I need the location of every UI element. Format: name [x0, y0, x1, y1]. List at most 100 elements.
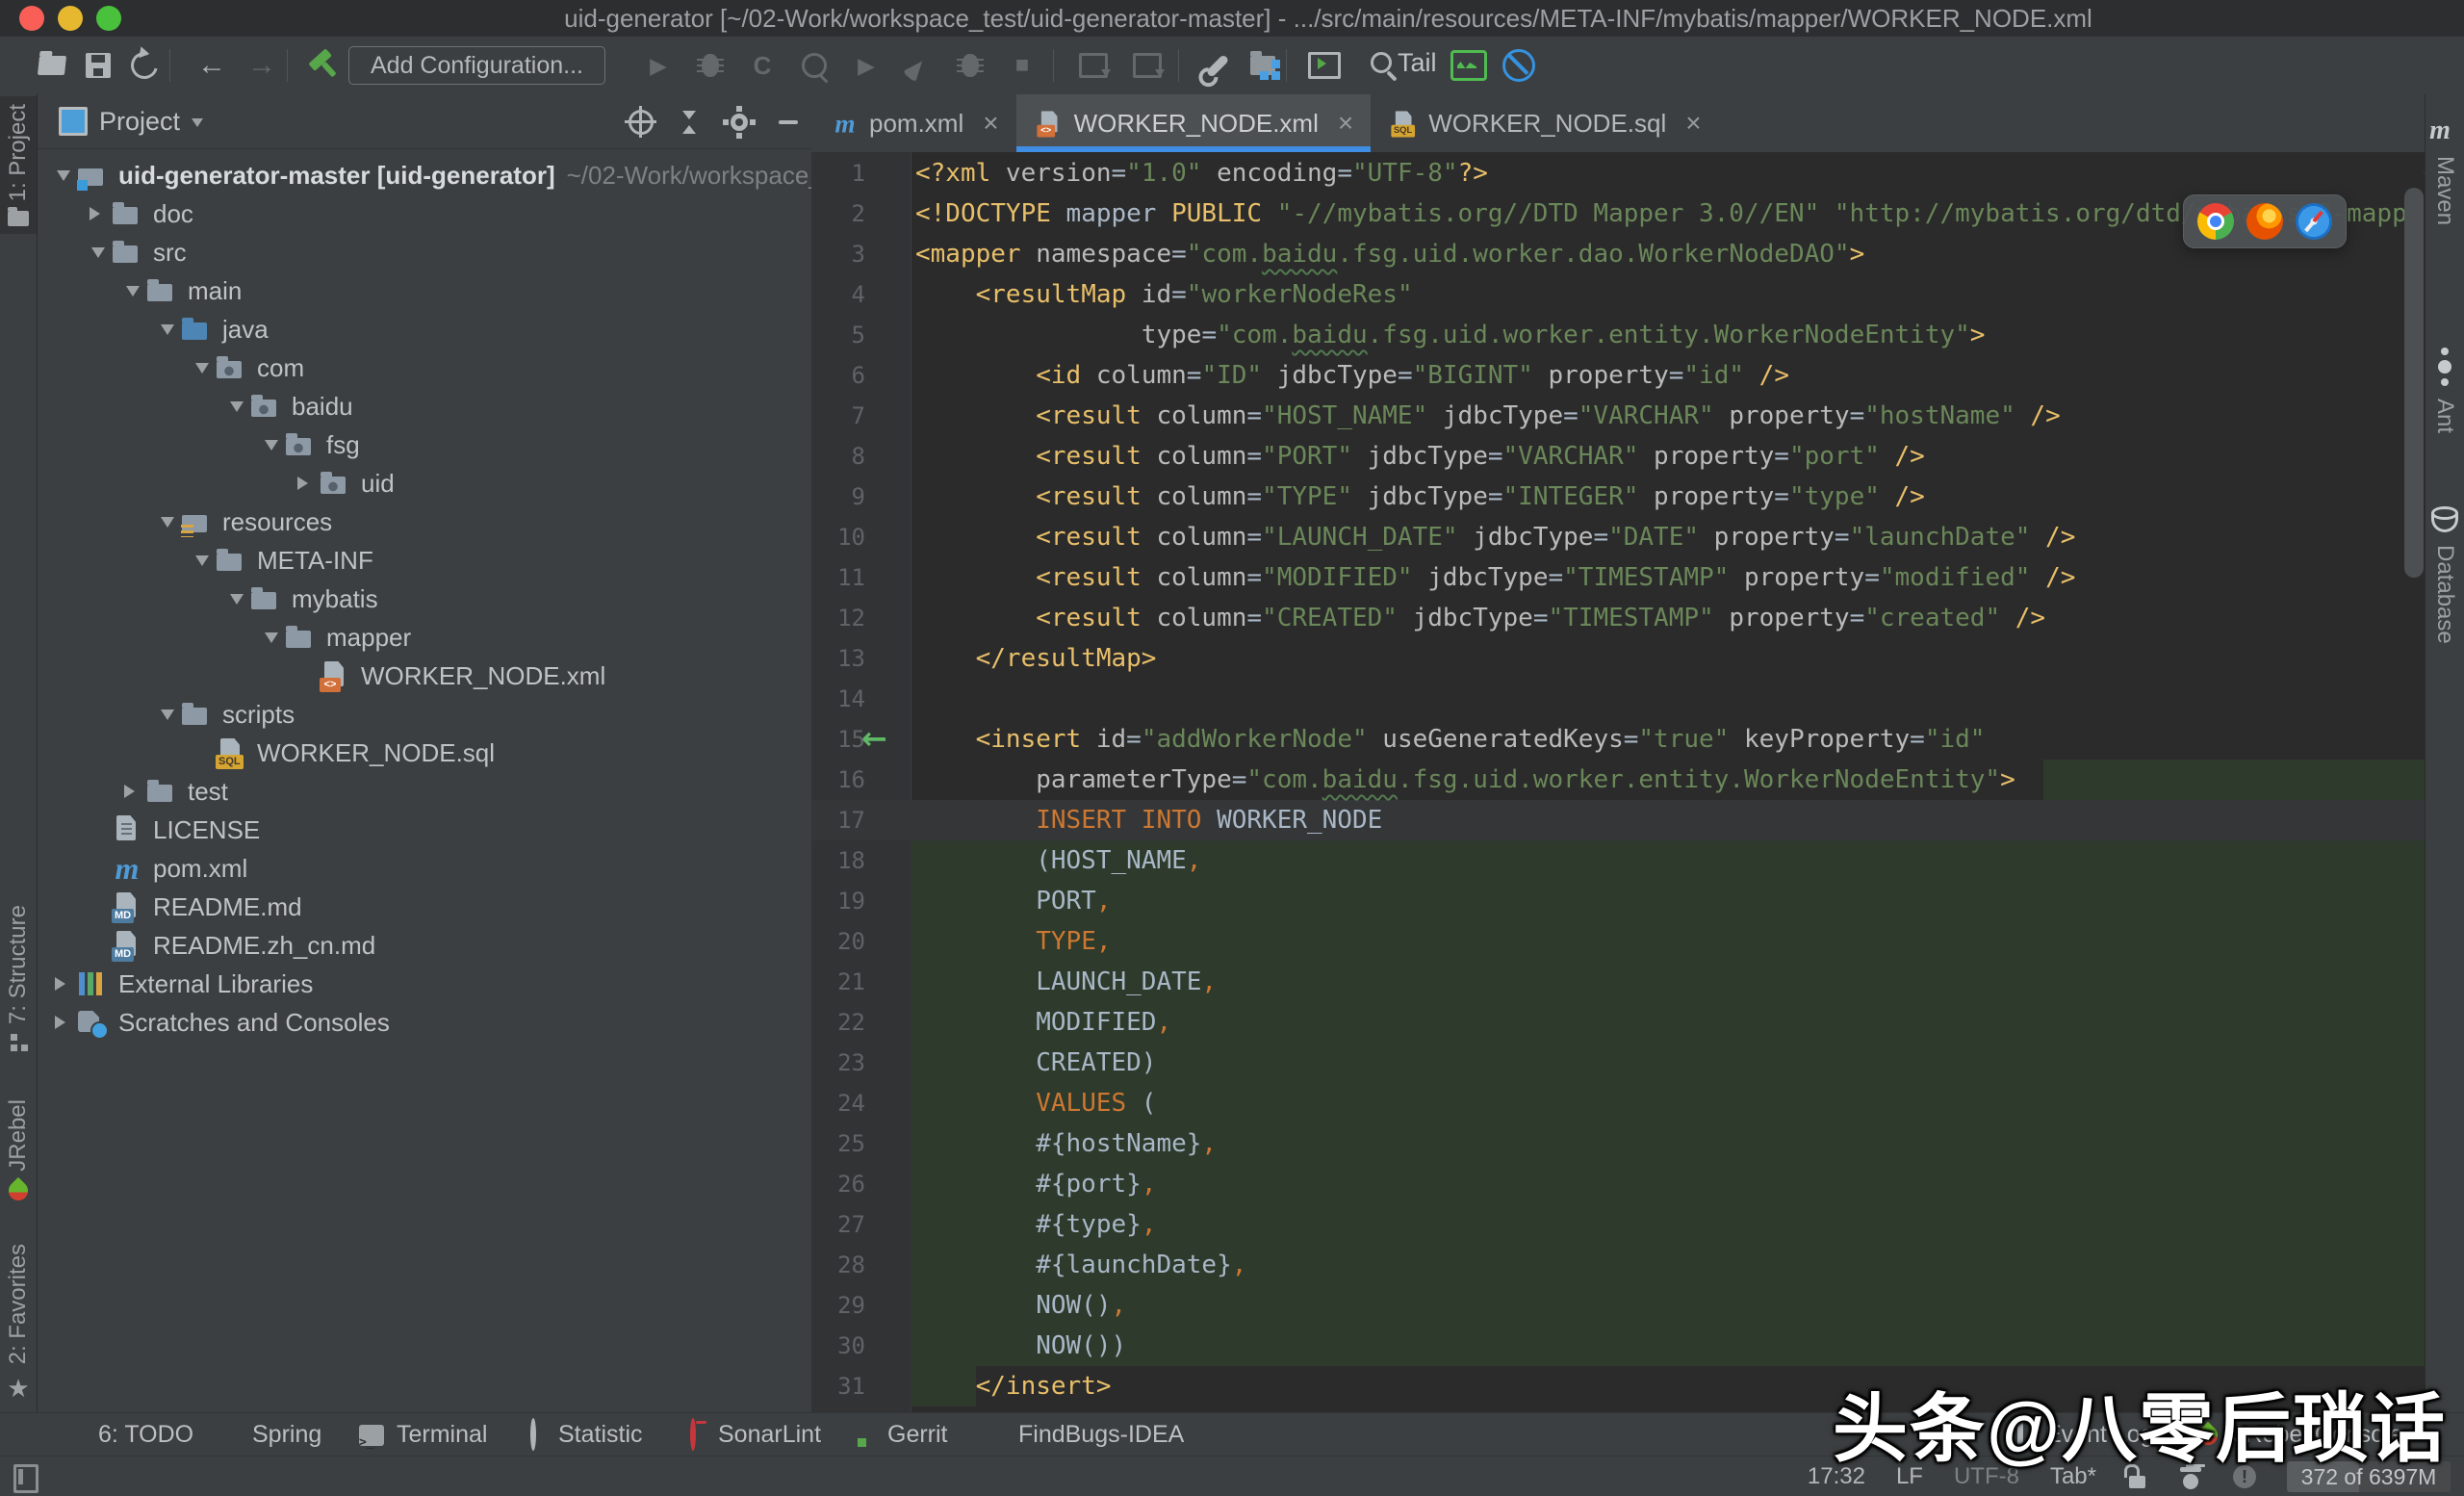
sidebar-item-2-favorites[interactable]: 2: Favorites: [0, 1236, 37, 1411]
line-number[interactable]: 7: [811, 396, 865, 436]
line-number[interactable]: 5: [811, 315, 865, 355]
line-number[interactable]: 21: [811, 962, 865, 1002]
line-number[interactable]: 9: [811, 477, 865, 517]
line-number[interactable]: 19: [811, 881, 865, 921]
line-number[interactable]: 10: [811, 517, 865, 557]
tail-label[interactable]: Tail: [1398, 48, 1437, 78]
line-number[interactable]: 22: [811, 1002, 865, 1043]
tree-item-main[interactable]: main: [38, 271, 811, 310]
chevron-right-icon[interactable]: [51, 977, 76, 991]
line-number[interactable]: 17: [811, 800, 865, 840]
line-number[interactable]: 4: [811, 274, 865, 315]
line-number[interactable]: 24: [811, 1083, 865, 1123]
chevron-down-icon[interactable]: [155, 318, 180, 342]
line-number[interactable]: 13: [811, 638, 865, 679]
tree-item-scratches-and-consoles[interactable]: Scratches and Consoles: [38, 1003, 811, 1042]
chevron-down-icon[interactable]: [259, 433, 284, 457]
build-hammer-icon[interactable]: [306, 47, 345, 84]
chevron-right-icon[interactable]: [294, 477, 319, 490]
run-anything-icon[interactable]: [1305, 47, 1344, 84]
chevron-down-icon[interactable]: [155, 510, 180, 534]
line-number[interactable]: 6: [811, 355, 865, 396]
toolwindow-button-sonarlint[interactable]: SonarLint: [680, 1413, 821, 1457]
chrome-icon[interactable]: [2197, 203, 2234, 240]
chevron-down-icon[interactable]: [120, 279, 145, 303]
tree-item-fsg[interactable]: fsg: [38, 426, 811, 464]
tree-item-baidu[interactable]: baidu: [38, 387, 811, 426]
line-number[interactable]: 23: [811, 1043, 865, 1083]
tree-item-external-libraries[interactable]: External Libraries: [38, 965, 811, 1003]
tree-item-doc[interactable]: doc: [38, 194, 811, 233]
line-number[interactable]: 18: [811, 840, 865, 881]
toolwindow-button-terminal[interactable]: Terminal: [358, 1413, 487, 1457]
project-structure-icon[interactable]: [1244, 47, 1282, 84]
settings-gear-icon[interactable]: [731, 105, 748, 131]
zoom-window-button[interactable]: [96, 6, 121, 31]
line-number[interactable]: 20: [811, 921, 865, 962]
line-number[interactable]: 1: [811, 153, 865, 193]
tree-item-license[interactable]: LICENSE: [38, 811, 811, 849]
toolwindow-button-gerrit[interactable]: Gerrit: [849, 1413, 948, 1457]
chevron-right-icon[interactable]: [86, 207, 111, 220]
tab-worker_node.xml[interactable]: WORKER_NODE.xml ×: [1015, 94, 1372, 152]
sidebar-item-jrebel[interactable]: JRebel: [0, 1092, 37, 1208]
minimize-window-button[interactable]: [58, 6, 83, 31]
tab-worker_node.sql[interactable]: WORKER_NODE.sql ×: [1371, 94, 1718, 152]
editor-scrollbar-thumb[interactable]: [2404, 188, 2424, 578]
back-icon[interactable]: [192, 47, 231, 84]
save-icon[interactable]: [79, 47, 117, 84]
add-configuration-button[interactable]: Add Configuration...: [348, 46, 605, 85]
chevron-right-icon[interactable]: [120, 785, 145, 798]
line-number[interactable]: 27: [811, 1204, 865, 1245]
line-number[interactable]: 11: [811, 557, 865, 598]
wrench-icon[interactable]: [1195, 47, 1234, 84]
tree-item-pom-xml[interactable]: m pom.xml: [38, 849, 811, 888]
chevron-down-icon[interactable]: [190, 356, 215, 380]
tree-item-java[interactable]: java: [38, 310, 811, 348]
monitor-icon[interactable]: [1450, 47, 1488, 84]
chevron-down-icon[interactable]: [86, 241, 111, 265]
block-icon[interactable]: [1500, 47, 1538, 84]
open-icon[interactable]: [33, 47, 71, 84]
firefox-icon[interactable]: [2246, 203, 2283, 240]
line-number[interactable]: 14: [811, 679, 865, 719]
tree-item-uid[interactable]: uid: [38, 464, 811, 503]
tree-item-readme-zh_cn-md[interactable]: README.zh_cn.md: [38, 926, 811, 965]
tree-item-test[interactable]: test: [38, 772, 811, 811]
tree-item-meta-inf[interactable]: META-INF: [38, 541, 811, 580]
tree-item-mapper[interactable]: mapper: [38, 618, 811, 657]
chevron-down-icon[interactable]: [155, 703, 180, 727]
tree-item-src[interactable]: src: [38, 233, 811, 271]
line-number[interactable]: 31: [811, 1366, 865, 1406]
hide-panel-icon[interactable]: [779, 119, 798, 124]
line-number[interactable]: 26: [811, 1164, 865, 1204]
tab-pom.xml[interactable]: m pom.xml ×: [811, 94, 1016, 152]
close-tab-icon[interactable]: ×: [1685, 108, 1701, 139]
line-number[interactable]: 3: [811, 234, 865, 274]
line-number[interactable]: 25: [811, 1123, 865, 1164]
tree-item-readme-md[interactable]: README.md: [38, 888, 811, 926]
tree-item-uid-generator-master[interactable]: uid-generator-master [uid-generator] ~/02…: [38, 156, 811, 194]
sidebar-item-database[interactable]: Database: [2426, 499, 2464, 652]
sidebar-item-7-structure[interactable]: 7: Structure: [0, 897, 37, 1061]
collapse-all-icon[interactable]: [679, 110, 700, 135]
chevron-down-icon[interactable]: [51, 164, 76, 188]
chevron-down-icon[interactable]: [190, 549, 215, 573]
tree-item-worker_node-xml[interactable]: WORKER_NODE.xml: [38, 657, 811, 695]
line-number[interactable]: 16: [811, 760, 865, 800]
tree-item-scripts[interactable]: scripts: [38, 695, 811, 734]
tree-item-com[interactable]: com: [38, 348, 811, 387]
line-number[interactable]: 12: [811, 598, 865, 638]
chevron-down-icon[interactable]: [259, 626, 284, 650]
line-number[interactable]: 28: [811, 1245, 865, 1285]
tree-item-resources[interactable]: resources: [38, 503, 811, 541]
line-number[interactable]: 8: [811, 436, 865, 477]
chevron-right-icon[interactable]: [51, 1016, 76, 1029]
chevron-down-icon[interactable]: [224, 587, 249, 611]
line-number[interactable]: 2: [811, 193, 865, 234]
toolwindow-button-findbugs-idea[interactable]: FindBugs-IDEA: [980, 1413, 1184, 1457]
chevron-down-icon[interactable]: [224, 395, 249, 419]
safari-icon[interactable]: [2296, 203, 2332, 240]
close-window-button[interactable]: [19, 6, 44, 31]
sidebar-item-maven[interactable]: m Maven: [2426, 108, 2464, 233]
